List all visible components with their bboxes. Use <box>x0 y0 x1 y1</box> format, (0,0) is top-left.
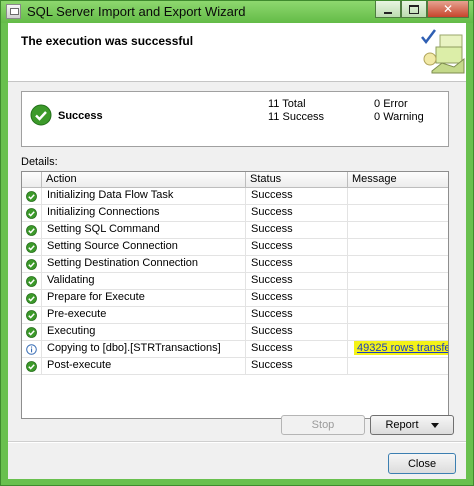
row-status: Success <box>246 239 348 255</box>
action-column-header[interactable]: Action <box>42 172 246 187</box>
table-row[interactable]: Copying to [dbo].[STRTransactions] Succes… <box>22 341 448 358</box>
grid-body: Initializing Data Flow Task Success Initia… <box>22 188 448 375</box>
row-status: Success <box>246 341 348 357</box>
row-action: Executing <box>42 324 246 340</box>
row-status: Success <box>246 256 348 272</box>
success-icon <box>22 290 42 306</box>
row-action: Initializing Connections <box>42 205 246 221</box>
total-count: 11 Total <box>268 98 306 110</box>
info-icon <box>22 341 42 357</box>
grid-header: Action Status Message <box>22 172 448 188</box>
success-icon <box>22 188 42 204</box>
report-button-label: Report <box>385 419 419 431</box>
client-area: The execution was successful Success 11 … <box>8 23 466 479</box>
warning-count: 0 Warning <box>374 111 424 123</box>
row-action: Copying to [dbo].[STRTransactions] <box>42 341 246 357</box>
success-icon <box>22 205 42 221</box>
success-icon <box>30 104 52 126</box>
table-row[interactable]: Initializing Data Flow Task Success <box>22 188 448 205</box>
title-bar[interactable]: SQL Server Import and Export Wizard ✕ <box>1 1 473 23</box>
window-controls: ✕ <box>375 1 469 19</box>
table-row[interactable]: Pre-execute Success <box>22 307 448 324</box>
table-row[interactable]: Executing Success <box>22 324 448 341</box>
table-row[interactable]: Validating Success <box>22 273 448 290</box>
details-grid[interactable]: Action Status Message Initializing Data … <box>21 171 449 419</box>
success-icon <box>22 358 42 374</box>
error-count: 0 Error <box>374 98 408 110</box>
window-title: SQL Server Import and Export Wizard <box>27 4 246 19</box>
success-icon <box>22 222 42 238</box>
row-message <box>348 273 448 289</box>
stop-button[interactable]: Stop <box>281 415 365 435</box>
success-icon <box>22 239 42 255</box>
row-message <box>348 256 448 272</box>
app-icon[interactable] <box>6 4 21 19</box>
row-status: Success <box>246 222 348 238</box>
row-action: Setting SQL Command <box>42 222 246 238</box>
table-row[interactable]: Setting Destination Connection Success <box>22 256 448 273</box>
row-message <box>348 307 448 323</box>
row-action: Validating <box>42 273 246 289</box>
report-button[interactable]: Report <box>370 415 454 435</box>
row-message <box>348 205 448 221</box>
row-status: Success <box>246 290 348 306</box>
row-status: Success <box>246 273 348 289</box>
row-message <box>348 239 448 255</box>
icon-column-header[interactable] <box>22 172 42 187</box>
row-status: Success <box>246 307 348 323</box>
row-action: Prepare for Execute <box>42 290 246 306</box>
row-status: Success <box>246 188 348 204</box>
summary-status: Success <box>58 110 103 122</box>
table-row[interactable]: Setting SQL Command Success <box>22 222 448 239</box>
message-column-header[interactable]: Message <box>348 172 448 187</box>
table-row[interactable]: Post-execute Success <box>22 358 448 375</box>
summary-panel: Success 11 Total 11 Success 0 Error 0 Wa… <box>21 91 449 147</box>
page-title: The execution was successful <box>21 34 194 48</box>
chevron-down-icon <box>430 422 439 428</box>
success-icon <box>22 273 42 289</box>
row-action: Post-execute <box>42 358 246 374</box>
row-action: Setting Destination Connection <box>42 256 246 272</box>
row-message <box>348 222 448 238</box>
header-band: The execution was successful <box>8 23 466 82</box>
row-status: Success <box>246 358 348 374</box>
details-label: Details: <box>21 156 58 168</box>
success-icon <box>22 307 42 323</box>
row-status: Success <box>246 205 348 221</box>
table-row[interactable]: Prepare for Execute Success <box>22 290 448 307</box>
row-message <box>348 188 448 204</box>
close-window-button[interactable]: ✕ <box>427 1 469 18</box>
row-message <box>348 324 448 340</box>
row-action: Setting Source Connection <box>42 239 246 255</box>
maximize-button[interactable] <box>401 1 427 18</box>
success-icon <box>22 256 42 272</box>
success-count: 11 Success <box>268 111 325 123</box>
wizard-graphic-icon <box>421 29 465 74</box>
table-row[interactable]: Initializing Connections Success <box>22 205 448 222</box>
status-column-header[interactable]: Status <box>246 172 348 187</box>
table-row[interactable]: Setting Source Connection Success <box>22 239 448 256</box>
message-link[interactable]: 49325 rows transferred <box>354 341 448 355</box>
row-message <box>348 290 448 306</box>
close-button[interactable]: Close <box>388 453 456 474</box>
success-icon <box>22 324 42 340</box>
footer-divider <box>8 441 466 443</box>
row-status: Success <box>246 324 348 340</box>
minimize-button[interactable] <box>375 1 401 18</box>
wizard-window: SQL Server Import and Export Wizard ✕ Th… <box>0 0 474 486</box>
row-action: Initializing Data Flow Task <box>42 188 246 204</box>
row-message[interactable]: 49325 rows transferred <box>348 341 448 357</box>
row-message <box>348 358 448 374</box>
close-icon: ✕ <box>442 2 454 16</box>
row-action: Pre-execute <box>42 307 246 323</box>
